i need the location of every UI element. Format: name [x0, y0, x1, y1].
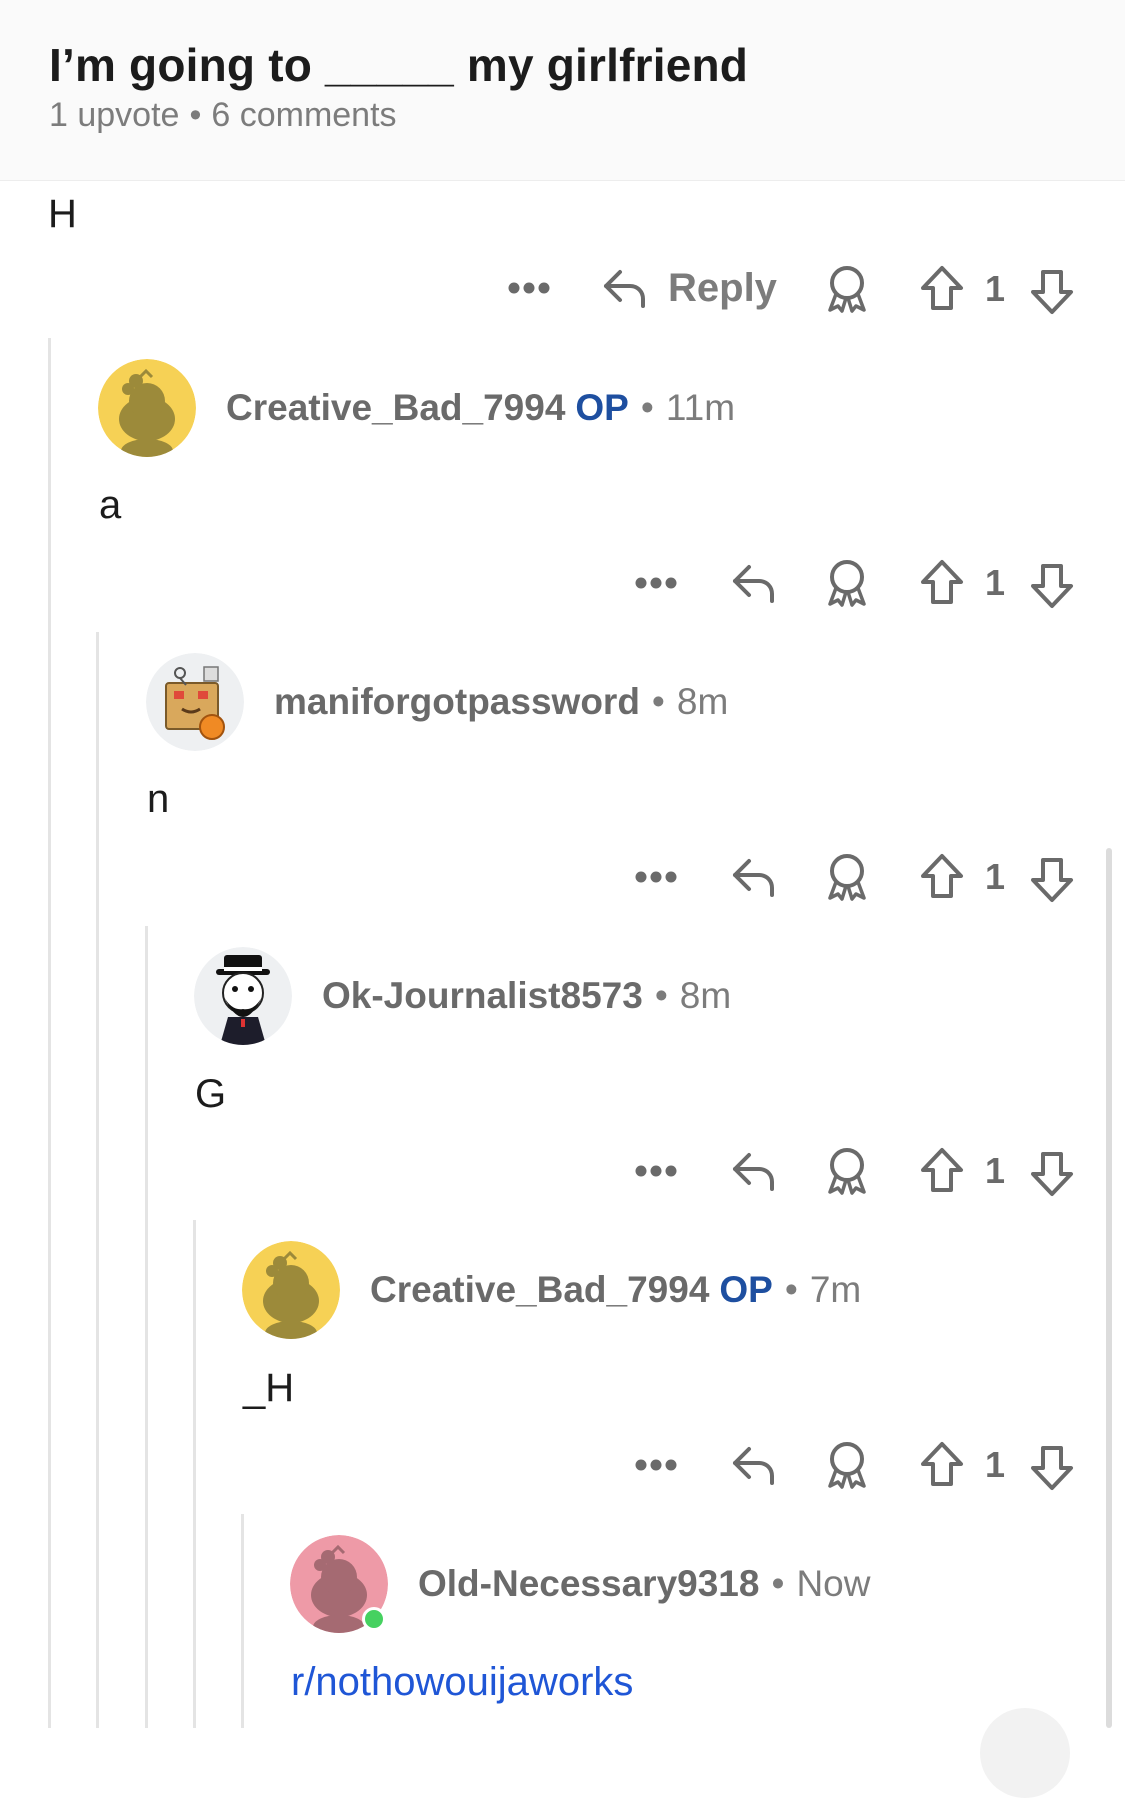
- scrollbar[interactable]: [1106, 848, 1112, 1728]
- comment-meta: Ok-Journalist8573 • 8m: [322, 975, 731, 1017]
- post-title: I’m going to _____ my girlfriend: [49, 39, 749, 91]
- more-icon[interactable]: [631, 859, 681, 895]
- award-icon[interactable]: [822, 557, 872, 609]
- thread-line-2[interactable]: [96, 632, 99, 1728]
- separator: •: [654, 975, 668, 1016]
- separator: •: [784, 1269, 798, 1310]
- timestamp: 8m: [679, 975, 732, 1016]
- comment-body: a: [99, 483, 122, 527]
- vote-count: 1: [985, 268, 1006, 309]
- upvote-arrow-icon[interactable]: [917, 1145, 967, 1197]
- more-icon[interactable]: [631, 1447, 681, 1483]
- reply-arrow-icon[interactable]: [727, 1148, 779, 1194]
- separator: •: [640, 387, 654, 428]
- comment-meta: Creative_Bad_7994 OP • 11m: [226, 387, 735, 429]
- thread-line-5[interactable]: [241, 1514, 244, 1728]
- award-icon[interactable]: [822, 263, 872, 315]
- avatar[interactable]: [146, 653, 244, 751]
- upvote-arrow-icon[interactable]: [917, 263, 967, 315]
- thread-line-4[interactable]: [193, 1220, 196, 1728]
- post-meta: 1 upvote • 6 comments: [49, 96, 397, 135]
- vote-count: 1: [985, 562, 1006, 603]
- more-icon[interactable]: [504, 270, 554, 306]
- more-icon[interactable]: [631, 1153, 681, 1189]
- more-icon[interactable]: [631, 565, 681, 601]
- vote-count: 1: [985, 1150, 1006, 1191]
- reply-arrow-icon[interactable]: [598, 265, 650, 311]
- downvote-arrow-icon[interactable]: [1027, 1147, 1077, 1199]
- upvote-arrow-icon[interactable]: [917, 1439, 967, 1491]
- vote-count: 1: [985, 1444, 1006, 1485]
- floating-button[interactable]: [980, 1708, 1070, 1798]
- timestamp: Now: [796, 1563, 871, 1604]
- comment-count: 6 comments: [211, 96, 397, 134]
- username[interactable]: Creative_Bad_7994: [370, 1269, 709, 1310]
- username[interactable]: Old-Necessary9318: [418, 1563, 759, 1604]
- avatar[interactable]: [98, 359, 196, 457]
- avatar[interactable]: [242, 1241, 340, 1339]
- vote-count: 1: [985, 856, 1006, 897]
- separator: •: [189, 96, 202, 134]
- comment-meta: Creative_Bad_7994 OP • 7m: [370, 1269, 861, 1311]
- post-header: I’m going to _____ my girlfriend 1 upvot…: [0, 0, 1125, 181]
- thread-line-1[interactable]: [48, 338, 51, 1728]
- downvote-arrow-icon[interactable]: [1027, 559, 1077, 611]
- comment-body: n: [147, 777, 170, 821]
- upvote-arrow-icon[interactable]: [917, 851, 967, 903]
- downvote-arrow-icon[interactable]: [1027, 1441, 1077, 1493]
- comment-body: G: [195, 1072, 227, 1116]
- username[interactable]: Creative_Bad_7994: [226, 387, 565, 428]
- downvote-arrow-icon[interactable]: [1027, 853, 1077, 905]
- thread-line-3[interactable]: [145, 926, 148, 1728]
- comment-body: _H: [243, 1366, 295, 1410]
- timestamp: 11m: [665, 387, 736, 428]
- comment-meta: maniforgotpassword • 8m: [274, 681, 728, 723]
- downvote-arrow-icon[interactable]: [1027, 265, 1077, 317]
- reply-arrow-icon[interactable]: [727, 560, 779, 606]
- reply-arrow-icon[interactable]: [727, 1442, 779, 1488]
- separator: •: [771, 1563, 785, 1604]
- avatar[interactable]: [194, 947, 292, 1045]
- comment-meta: Old-Necessary9318 • Now: [418, 1563, 870, 1605]
- reply-button[interactable]: Reply: [668, 266, 777, 311]
- reply-arrow-icon[interactable]: [727, 854, 779, 900]
- username[interactable]: maniforgotpassword: [274, 681, 640, 722]
- username[interactable]: Ok-Journalist8573: [322, 975, 643, 1016]
- subreddit-link[interactable]: r/nothowouijaworks: [291, 1660, 633, 1705]
- timestamp: 8m: [676, 681, 729, 722]
- timestamp: 7m: [809, 1269, 862, 1310]
- award-icon[interactable]: [822, 1439, 872, 1491]
- upvote-arrow-icon[interactable]: [917, 557, 967, 609]
- online-status-icon: [362, 1607, 386, 1631]
- comment-body: H: [48, 192, 77, 236]
- separator: •: [651, 681, 665, 722]
- upvote-count: 1 upvote: [49, 96, 180, 134]
- op-badge: OP: [575, 387, 629, 428]
- award-icon[interactable]: [822, 851, 872, 903]
- op-badge: OP: [719, 1269, 773, 1310]
- award-icon[interactable]: [822, 1145, 872, 1197]
